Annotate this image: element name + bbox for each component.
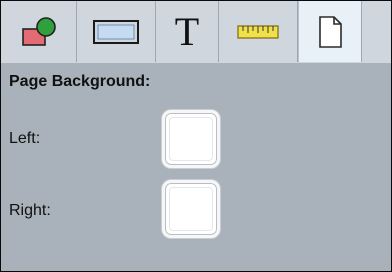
left-color-swatch [169,117,213,161]
text-icon: T [174,8,200,54]
right-color-label: Right: [9,202,51,219]
left-color-well[interactable] [162,110,220,168]
page-icon [316,15,344,49]
tool-tab-ruler[interactable] [219,1,298,62]
inspector-window: T Page Background: Left: Right: [0,0,392,272]
right-color-well[interactable] [162,180,220,238]
tool-tab-rectangle[interactable] [77,1,156,62]
shapes-icon [19,15,59,49]
inspector-toolbar: T [1,1,391,64]
tool-tab-text[interactable]: T [156,1,219,62]
left-color-label: Left: [9,130,41,147]
tool-tab-page[interactable] [298,1,362,62]
tool-tab-shapes[interactable] [1,1,77,62]
right-color-swatch [169,187,213,231]
page-settings-panel: Page Background: Left: Right: [1,63,391,271]
ruler-icon [236,22,280,42]
rectangle-icon [91,16,141,48]
page-background-heading: Page Background: [9,73,151,90]
